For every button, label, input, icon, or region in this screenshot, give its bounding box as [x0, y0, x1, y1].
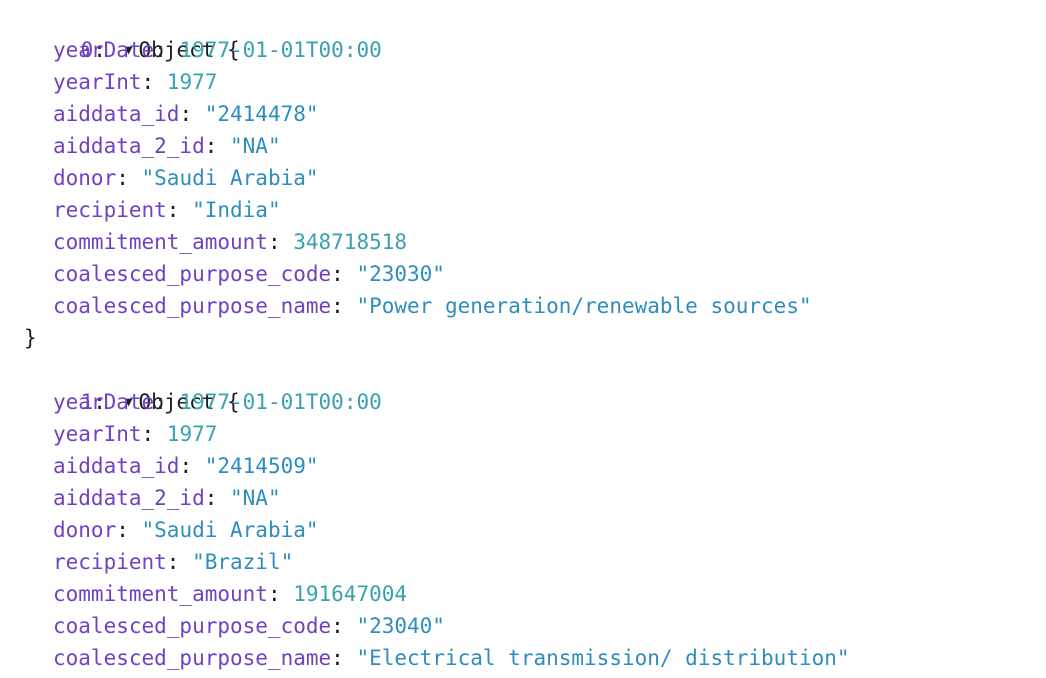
field-row: aiddata_2_id: "NA" — [53, 486, 281, 510]
field-row: yearInt: 1977 — [53, 70, 218, 94]
field-value: "2414509" — [204, 454, 319, 478]
field-row: yearInt: 1977 — [53, 422, 218, 446]
field-row: coalesced_purpose_code: "23040" — [53, 614, 445, 638]
field-key: yearDate — [53, 38, 155, 62]
field-value: "Saudi Arabia" — [141, 166, 319, 190]
field-value: "Brazil" — [192, 550, 294, 574]
field-key: coalesced_purpose_name — [53, 646, 332, 670]
field-key: coalesced_purpose_code — [53, 262, 332, 286]
field-row: donor: "Saudi Arabia" — [53, 518, 319, 542]
field-key: coalesced_purpose_name — [53, 294, 332, 318]
field-value: 348718518 — [293, 230, 408, 254]
field-row: aiddata_id: "2414509" — [53, 454, 319, 478]
field-key: aiddata_id — [53, 454, 180, 478]
field-key: aiddata_id — [53, 102, 180, 126]
field-value: "23040" — [356, 614, 445, 638]
field-value: 1977 — [166, 70, 218, 94]
field-row: yearDate: 1977-01-01T00:00 — [53, 38, 382, 62]
field-key: yearInt — [53, 70, 142, 94]
field-key: commitment_amount — [53, 582, 268, 606]
close-brace: } — [24, 326, 37, 350]
field-value: 1977 — [166, 422, 218, 446]
field-row: commitment_amount: 348718518 — [53, 230, 408, 254]
field-value: "NA" — [230, 134, 281, 158]
field-key: commitment_amount — [53, 230, 268, 254]
field-key: donor — [53, 518, 117, 542]
field-key: yearInt — [53, 422, 142, 446]
field-row: aiddata_id: "2414478" — [53, 102, 319, 126]
field-value: "23030" — [356, 262, 445, 286]
field-row: coalesced_purpose_name: "Power generatio… — [53, 294, 812, 318]
field-row: recipient: "Brazil" — [53, 550, 294, 574]
field-value: "India" — [192, 198, 281, 222]
field-row: coalesced_purpose_name: "Electrical tran… — [53, 646, 850, 670]
field-key: recipient — [53, 550, 167, 574]
field-value: "Power generation/renewable sources" — [356, 294, 812, 318]
field-key: donor — [53, 166, 117, 190]
field-row: recipient: "India" — [53, 198, 281, 222]
field-value: 191647004 — [293, 582, 408, 606]
field-row: aiddata_2_id: "NA" — [53, 134, 281, 158]
field-value: 1977-01-01T00:00 — [179, 38, 382, 62]
field-value: "Electrical transmission/ distribution" — [356, 646, 850, 670]
field-key: aiddata_2_id — [53, 486, 205, 510]
field-row: commitment_amount: 191647004 — [53, 582, 408, 606]
field-row: coalesced_purpose_code: "23030" — [53, 262, 445, 286]
field-value: "Saudi Arabia" — [141, 518, 319, 542]
field-value: "2414478" — [204, 102, 319, 126]
object-header[interactable]: 0: ▼ Object { — [0, 2, 1046, 62]
field-key: yearDate — [53, 390, 155, 414]
field-value: "NA" — [230, 486, 281, 510]
field-value: 1977-01-01T00:00 — [179, 390, 382, 414]
object-header[interactable]: 1: ▼ Object { — [0, 354, 1046, 414]
field-key: aiddata_2_id — [53, 134, 205, 158]
object-inspector: 0: ▼ Object { yearDate: 1977-01-01T00:00 … — [0, 2, 1046, 674]
field-row: yearDate: 1977-01-01T00:00 — [53, 390, 382, 414]
field-key: coalesced_purpose_code — [53, 614, 332, 638]
field-key: recipient — [53, 198, 167, 222]
field-row: donor: "Saudi Arabia" — [53, 166, 319, 190]
